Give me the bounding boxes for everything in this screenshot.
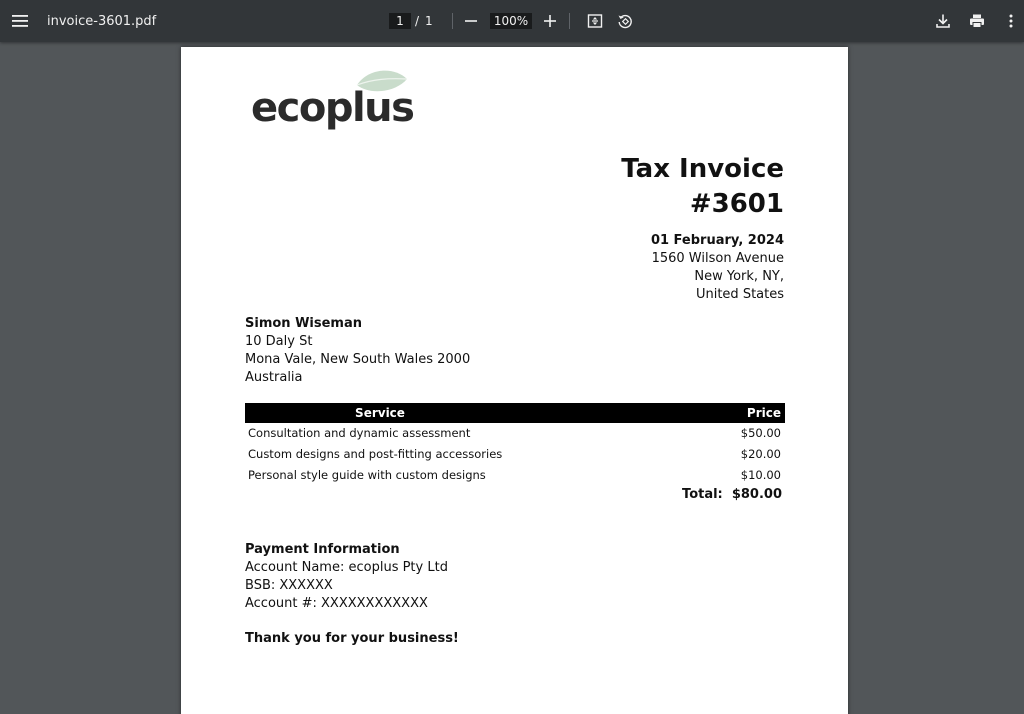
plus-icon bbox=[544, 15, 556, 27]
document-title: invoice-3601.pdf bbox=[47, 13, 157, 29]
pdf-page: ecoplus Tax Invoice #3601 01 February, 2… bbox=[181, 47, 848, 714]
address-line: Mona Vale, New South Wales 2000 bbox=[245, 352, 471, 367]
rotate-button[interactable] bbox=[615, 11, 635, 31]
print-icon bbox=[970, 14, 984, 28]
page-number-input[interactable]: 1 bbox=[389, 13, 411, 29]
address-line: United States bbox=[695, 287, 784, 302]
price-cell: $20.00 bbox=[740, 447, 781, 462]
page-separator: / bbox=[415, 14, 420, 28]
column-header-price: Price bbox=[515, 403, 785, 423]
minus-icon bbox=[465, 20, 477, 22]
service-cell: Custom designs and post-fitting accessor… bbox=[248, 447, 503, 462]
service-cell: Consultation and dynamic assessment bbox=[248, 426, 471, 441]
address-line: Australia bbox=[245, 370, 303, 385]
invoice-title-block: Tax Invoice #3601 bbox=[621, 152, 784, 222]
zoom-level-input[interactable]: 100% bbox=[490, 13, 532, 29]
pdf-toolbar: invoice-3601.pdf 1 / 1 100% bbox=[0, 0, 1024, 42]
logo-text: ecoplus bbox=[251, 85, 415, 131]
zoom-out-button[interactable] bbox=[461, 11, 481, 31]
toolbar-divider bbox=[569, 13, 570, 29]
invoice-total: Total: $80.00 bbox=[682, 487, 782, 502]
account-name: Account Name: ecoplus Pty Ltd bbox=[245, 560, 448, 575]
address-line: New York, NY, bbox=[694, 269, 784, 284]
hamburger-icon bbox=[12, 15, 28, 27]
rotate-icon bbox=[618, 14, 632, 29]
invoice-number: #3601 bbox=[689, 189, 784, 219]
account-number: Account #: XXXXXXXXXXXX bbox=[245, 596, 428, 611]
more-vert-icon bbox=[1009, 14, 1013, 28]
table-header-row: Service Price bbox=[245, 403, 785, 423]
price-cell: $50.00 bbox=[740, 426, 781, 441]
address-line: 10 Daly St bbox=[245, 334, 313, 349]
sender-address: 01 February, 2024 1560 Wilson Avenue New… bbox=[651, 232, 784, 304]
payment-heading: Payment Information bbox=[245, 542, 400, 557]
table-row: Custom designs and post-fitting accessor… bbox=[245, 444, 785, 465]
thank-you-note: Thank you for your business! bbox=[245, 631, 459, 646]
price-cell: $10.00 bbox=[740, 467, 781, 482]
invoice-title: Tax Invoice bbox=[621, 154, 784, 184]
pdf-viewer[interactable]: ecoplus Tax Invoice #3601 01 February, 2… bbox=[0, 42, 1024, 714]
company-logo: ecoplus bbox=[251, 69, 415, 139]
customer-name: Simon Wiseman bbox=[245, 316, 362, 331]
table-row: Personal style guide with custom designs… bbox=[245, 464, 785, 485]
bill-to-address: Simon Wiseman 10 Daly St Mona Vale, New … bbox=[245, 315, 470, 387]
fit-to-page-button[interactable] bbox=[585, 11, 605, 31]
total-label: Total: bbox=[682, 487, 723, 502]
toolbar-divider bbox=[452, 13, 453, 29]
print-button[interactable] bbox=[967, 11, 987, 31]
service-cell: Personal style guide with custom designs bbox=[248, 467, 486, 482]
page-total: 1 bbox=[425, 14, 433, 28]
menu-icon[interactable] bbox=[10, 0, 30, 42]
download-icon bbox=[936, 14, 950, 28]
download-button[interactable] bbox=[933, 11, 953, 31]
table-row: Consultation and dynamic assessment $50.… bbox=[245, 423, 785, 444]
services-table: Service Price Consultation and dynamic a… bbox=[245, 403, 785, 485]
address-line: 1560 Wilson Avenue bbox=[651, 251, 784, 266]
total-value: $80.00 bbox=[731, 487, 782, 502]
zoom-in-button[interactable] bbox=[540, 11, 560, 31]
invoice-date: 01 February, 2024 bbox=[650, 233, 784, 248]
fit-page-icon bbox=[587, 14, 603, 28]
bsb: BSB: XXXXXX bbox=[245, 578, 333, 593]
payment-information: Payment Information Account Name: ecoplu… bbox=[245, 541, 448, 613]
column-header-service: Service bbox=[245, 403, 515, 423]
more-options-button[interactable] bbox=[1001, 11, 1021, 31]
